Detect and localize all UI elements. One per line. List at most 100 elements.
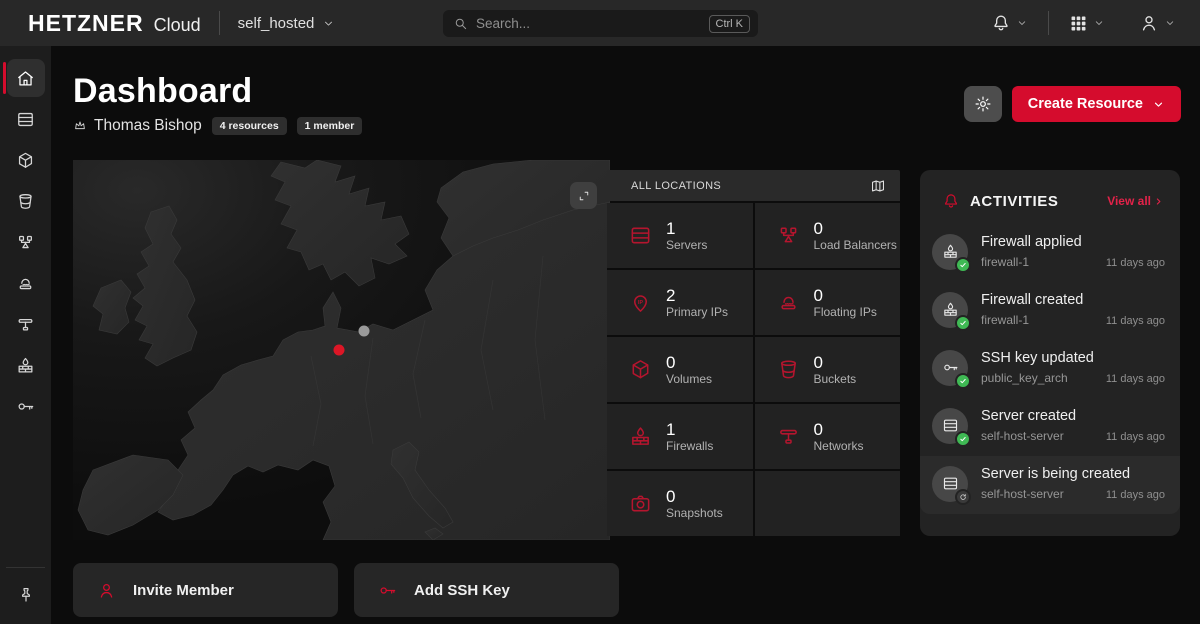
map-canvas — [73, 160, 610, 540]
sidebar-item-firewalls[interactable] — [7, 346, 45, 384]
activity-title: Server is being created — [981, 465, 1166, 484]
activity-item[interactable]: Firewall created firewall-1 11 days ago — [920, 282, 1180, 340]
activities-title: ACTIVITIES — [970, 193, 1107, 210]
account-menu[interactable] — [1133, 13, 1182, 33]
activity-time: 11 days ago — [1106, 431, 1165, 443]
search-input[interactable] — [476, 16, 709, 31]
avatar — [932, 292, 968, 328]
home-icon — [16, 69, 35, 88]
add-ssh-key-label: Add SSH Key — [414, 582, 510, 599]
project-owner: Thomas Bishop — [73, 117, 202, 135]
resources-badge: 4 resources — [212, 117, 287, 135]
stat-count: 0 — [666, 353, 712, 372]
activity-title: Server created — [981, 407, 1166, 426]
sidebar-item-volumes[interactable] — [7, 141, 45, 179]
invite-member-button[interactable]: Invite Member — [73, 563, 338, 617]
locations-title: ALL LOCATIONS — [631, 180, 870, 192]
search-shortcut: Ctrl K — [709, 15, 751, 33]
stat-count: 2 — [666, 286, 728, 305]
owner-name: Thomas Bishop — [94, 117, 202, 135]
europe-map[interactable] — [73, 160, 610, 540]
header-actions: Create Resource — [964, 86, 1181, 122]
brand-product: Cloud — [154, 15, 201, 36]
ssh-key-icon — [16, 397, 35, 416]
sidebar-item-buckets[interactable] — [7, 182, 45, 220]
notifications-menu[interactable] — [985, 13, 1034, 33]
topbar-actions — [985, 0, 1182, 46]
stat-volumes[interactable]: 0Volumes — [607, 337, 753, 402]
stat-label: Volumes — [666, 372, 712, 387]
server-icon — [629, 224, 652, 247]
stat-floating-ips[interactable]: 0Floating IPs — [755, 270, 901, 335]
stat-count: 1 — [666, 219, 707, 238]
project-switcher[interactable]: self_hosted — [238, 15, 336, 32]
apps-grid-icon — [1069, 14, 1088, 33]
hetzner-logo[interactable]: HETZNER Cloud — [28, 10, 201, 37]
activity-time: 11 days ago — [1106, 315, 1165, 327]
create-resource-button[interactable]: Create Resource — [1012, 86, 1181, 122]
locations-header[interactable]: ALL LOCATIONS — [607, 170, 900, 201]
stat-snapshots[interactable]: 0Snapshots — [607, 471, 753, 536]
settings-button[interactable] — [964, 86, 1002, 122]
activity-title: SSH key updated — [981, 349, 1166, 368]
load-balancer-icon — [16, 233, 35, 252]
activity-item[interactable]: Firewall applied firewall-1 11 days ago — [920, 224, 1180, 282]
activity-title: Firewall created — [981, 291, 1166, 310]
apps-menu[interactable] — [1063, 14, 1111, 33]
network-icon — [16, 315, 35, 334]
invite-member-label: Invite Member — [133, 582, 234, 599]
map-expand-button[interactable] — [570, 182, 597, 209]
stat-buckets[interactable]: 0Buckets — [755, 337, 901, 402]
avatar — [932, 234, 968, 270]
server-icon — [942, 475, 959, 492]
stat-label: Primary IPs — [666, 305, 728, 320]
activities-list: Firewall applied firewall-1 11 days ago … — [920, 224, 1180, 514]
stat-count: 0 — [666, 487, 723, 506]
sidebar-item-dashboard[interactable] — [7, 59, 45, 97]
map-marker-gray[interactable] — [359, 326, 370, 337]
stat-label: Networks — [814, 439, 864, 454]
stat-label: Firewalls — [666, 439, 713, 454]
sync-icon — [959, 493, 967, 501]
firewall-icon — [629, 425, 652, 448]
view-all-link[interactable]: View all — [1107, 194, 1164, 208]
sidebar-item-ssh-keys[interactable] — [7, 387, 45, 425]
stat-networks[interactable]: 0Networks — [755, 404, 901, 469]
activity-item[interactable]: Server is being created self-host-server… — [920, 456, 1180, 514]
stat-firewalls[interactable]: 1Firewalls — [607, 404, 753, 469]
sidebar — [0, 46, 51, 624]
topbar-divider — [219, 11, 220, 35]
person-icon — [97, 581, 116, 600]
sidebar-item-networks[interactable] — [7, 305, 45, 343]
quick-actions: Invite Member Add SSH Key — [73, 563, 619, 617]
sidebar-item-floating-ips[interactable] — [7, 264, 45, 302]
bell-icon — [942, 192, 960, 210]
map-marker-red[interactable] — [334, 345, 345, 356]
chevron-down-icon — [1093, 17, 1105, 29]
stat-load-balancers[interactable]: 0Load Balancers — [755, 203, 901, 268]
snapshot-icon — [629, 492, 652, 515]
brand-name: HETZNER — [28, 10, 144, 37]
stat-count: 0 — [814, 219, 897, 238]
add-ssh-key-button[interactable]: Add SSH Key — [354, 563, 619, 617]
firewall-icon — [942, 243, 959, 260]
stat-empty-cell — [755, 471, 901, 536]
map-icon — [870, 178, 886, 194]
sidebar-pin-toggle[interactable] — [7, 576, 45, 614]
search-box[interactable]: Ctrl K — [443, 10, 758, 37]
chevron-down-icon — [1164, 17, 1176, 29]
stat-servers[interactable]: 1Servers — [607, 203, 753, 268]
sidebar-item-servers[interactable] — [7, 100, 45, 138]
sidebar-item-load-balancers[interactable] — [7, 223, 45, 261]
check-icon — [959, 435, 967, 443]
avatar — [932, 466, 968, 502]
server-icon — [16, 110, 35, 129]
primary-ip-icon — [629, 291, 652, 314]
avatar — [932, 350, 968, 386]
activity-item[interactable]: SSH key updated public_key_arch 11 days … — [920, 340, 1180, 398]
activity-item[interactable]: Server created self-host-server 11 days … — [920, 398, 1180, 456]
stat-primary-ips[interactable]: 2Primary IPs — [607, 270, 753, 335]
project-meta: Thomas Bishop 4 resources 1 member — [73, 117, 362, 135]
expand-icon — [577, 189, 591, 203]
ssh-key-icon — [942, 359, 959, 376]
